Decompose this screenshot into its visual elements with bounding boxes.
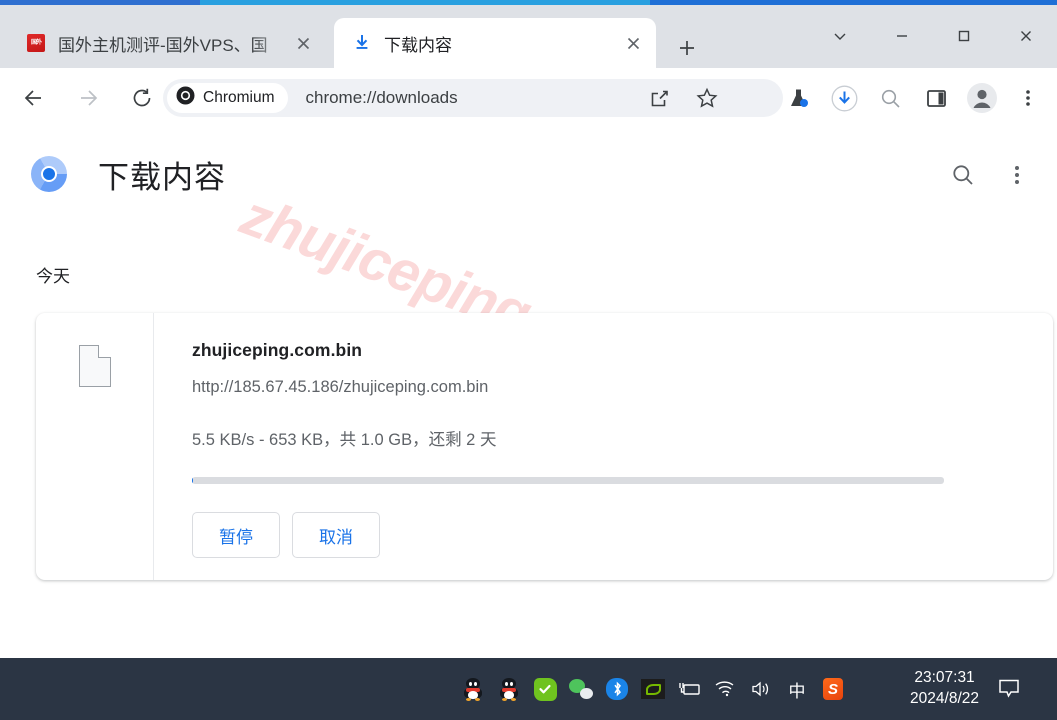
downloads-search-icon[interactable]	[943, 155, 983, 195]
screen: 国外 国外主机测评-国外VPS、国 下载内容 Chromium chrome:/…	[0, 0, 1057, 720]
green-check-icon[interactable]	[527, 658, 563, 720]
toolbar-actions	[775, 78, 1051, 118]
bookmark-star-icon[interactable]	[689, 80, 725, 116]
new-tab-button[interactable]	[670, 31, 704, 65]
downloads-icon[interactable]	[824, 78, 864, 118]
search-icon[interactable]	[870, 78, 910, 118]
bluetooth-icon[interactable]	[599, 658, 635, 720]
nvidia-icon[interactable]	[635, 658, 671, 720]
tab-close-icon[interactable]	[290, 30, 316, 56]
file-icon-column	[36, 313, 154, 580]
qq-icon-2[interactable]	[491, 658, 527, 720]
address-bar[interactable]: Chromium chrome://downloads	[163, 79, 783, 117]
page-title: 下载内容	[98, 160, 226, 195]
ime-label: 中	[788, 681, 806, 701]
profile-avatar[interactable]	[962, 78, 1002, 118]
tab-active-downloads[interactable]: 下载内容	[334, 18, 656, 68]
download-file-name[interactable]: zhujiceping.com.bin	[192, 340, 1053, 361]
url-text: chrome://downloads	[305, 88, 458, 107]
download-source-url[interactable]: http://185.67.45.186/zhujiceping.com.bin	[192, 378, 1053, 397]
close-window-button[interactable]	[995, 10, 1057, 62]
sogou-icon[interactable]: S	[815, 658, 851, 720]
downloads-menu-icon[interactable]	[997, 155, 1037, 195]
chromium-logo-icon	[31, 156, 67, 192]
red-seal-favicon-icon: 国外	[26, 33, 46, 53]
cancel-button[interactable]: 取消	[292, 512, 380, 558]
volume-icon[interactable]	[743, 658, 779, 720]
tab-inactive[interactable]: 国外 国外主机测评-国外VPS、国	[8, 18, 326, 68]
download-details: zhujiceping.com.bin http://185.67.45.186…	[154, 313, 1053, 580]
back-button[interactable]	[14, 78, 54, 118]
tab-close-icon[interactable]	[620, 30, 646, 56]
window-controls	[809, 10, 1057, 62]
wifi-icon[interactable]	[707, 658, 743, 720]
download-item-card[interactable]: zhujiceping.com.bin http://185.67.45.186…	[36, 313, 1053, 580]
clock-time: 23:07:31	[914, 669, 975, 687]
system-tray: 中 S	[455, 658, 851, 720]
tab-title: 国外主机测评-国外VPS、国	[58, 35, 268, 55]
experiments-flask-icon[interactable]	[778, 78, 818, 118]
pause-button[interactable]: 暂停	[192, 512, 280, 558]
notification-balloon-icon[interactable]	[989, 658, 1029, 720]
forward-button[interactable]	[68, 78, 108, 118]
browser-toolbar: Chromium chrome://downloads	[0, 68, 1057, 128]
browser-menu-icon[interactable]	[1008, 78, 1048, 118]
maximize-button[interactable]	[933, 10, 995, 62]
download-arrow-icon	[352, 33, 372, 53]
chromium-chip-label: Chromium	[203, 89, 275, 106]
tab-search-chevron-down-icon[interactable]	[809, 10, 871, 62]
reload-button[interactable]	[122, 78, 162, 118]
side-panel-icon[interactable]	[916, 78, 956, 118]
tab-strip: 国外 国外主机测评-国外VPS、国 下载内容	[0, 5, 1057, 68]
generic-file-icon	[78, 345, 111, 387]
page-header-actions	[929, 155, 1037, 195]
taskbar-clock[interactable]: 23:07:31 2024/8/22	[910, 658, 979, 720]
sogou-label: S	[823, 678, 843, 700]
clock-date: 2024/8/22	[910, 690, 979, 707]
chromium-logo-icon	[176, 86, 195, 110]
battery-icon[interactable]	[671, 658, 707, 720]
ime-icon[interactable]: 中	[779, 658, 815, 720]
download-action-buttons: 暂停 取消	[192, 512, 1053, 558]
share-icon[interactable]	[641, 80, 677, 116]
qq-icon[interactable]	[455, 658, 491, 720]
wechat-icon[interactable]	[563, 658, 599, 720]
chromium-chip[interactable]: Chromium	[167, 83, 289, 113]
date-group-label: 今天	[36, 267, 70, 286]
tab-title: 下载内容	[384, 35, 452, 55]
windows-taskbar: 中 S 23:07:31 2024/8/22	[0, 658, 1057, 720]
download-status-text: 5.5 KB/s - 653 KB，共 1.0 GB，还剩 2 天	[192, 431, 497, 449]
download-progress-bar	[192, 477, 944, 484]
minimize-button[interactable]	[871, 10, 933, 62]
